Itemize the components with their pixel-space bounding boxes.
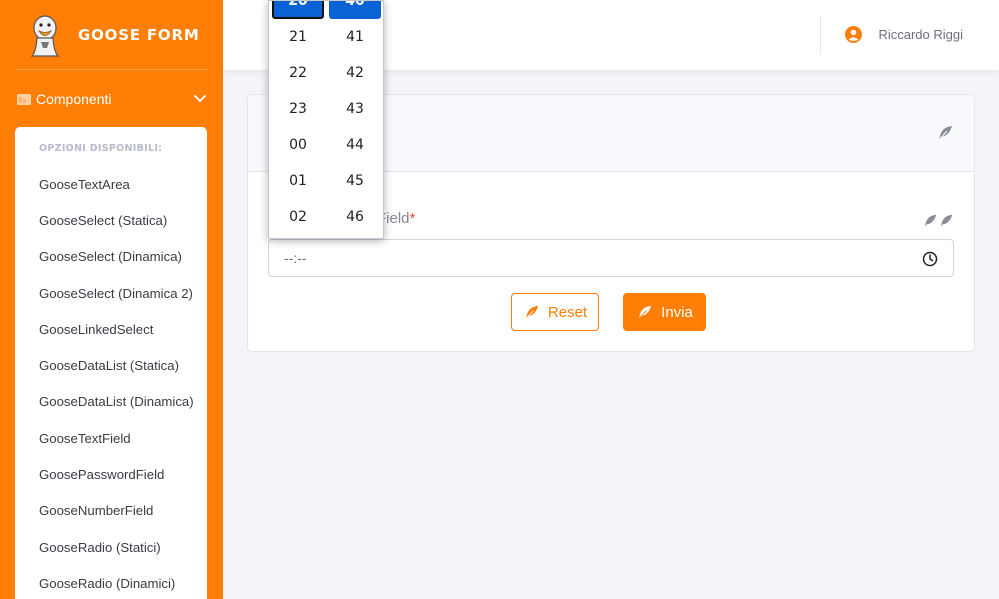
clock-icon[interactable] bbox=[922, 251, 938, 267]
submenu-item[interactable]: GooseNumberField bbox=[15, 493, 207, 529]
submenu-item[interactable]: GooseTextField bbox=[15, 420, 207, 456]
feather-icon bbox=[940, 214, 953, 228]
submenu-header: OPZIONI DISPONIBILI: bbox=[39, 143, 163, 154]
minutes-column: 40 41 42 43 44 45 46 bbox=[329, 1, 381, 235]
nav-componenti-label: Componenti bbox=[36, 91, 112, 107]
submenu-item[interactable]: GooseSelect (Statica) bbox=[15, 202, 207, 238]
field-icons bbox=[922, 213, 954, 229]
minute-option[interactable]: 45 bbox=[329, 163, 381, 199]
minute-option[interactable]: 44 bbox=[329, 127, 381, 163]
minute-option[interactable]: 42 bbox=[329, 55, 381, 91]
time-picker-popup: 20 21 22 23 00 01 02 40 41 42 43 44 45 4… bbox=[268, 0, 384, 239]
chevron-down-icon bbox=[194, 95, 206, 103]
submenu-item[interactable]: GooseDataList (Statica) bbox=[15, 347, 207, 383]
minute-option[interactable]: 40 bbox=[329, 1, 381, 19]
submenu-item[interactable]: GooseSelect (Dinamica) bbox=[15, 239, 207, 275]
submit-label: Invia bbox=[661, 303, 693, 321]
user-name: Riccardo Riggi bbox=[878, 27, 963, 42]
submenu-item[interactable]: GooseLinkedSelect bbox=[15, 311, 207, 347]
brand-name: GOOSE FORM bbox=[78, 25, 200, 44]
brand[interactable]: GOOSE FORM bbox=[16, 0, 207, 70]
submenu-item[interactable]: GooseDataList (Dinamica) bbox=[15, 384, 207, 420]
goose-logo-icon bbox=[30, 14, 60, 57]
hours-column: 20 21 22 23 00 01 02 bbox=[272, 1, 324, 235]
reset-label: Reset bbox=[547, 303, 588, 321]
submenu-item[interactable]: GoosePasswordField bbox=[15, 456, 207, 492]
feather-icon bbox=[924, 214, 937, 228]
nav-componenti[interactable]: Componenti bbox=[0, 70, 223, 128]
required-mark: * bbox=[409, 210, 416, 227]
minute-option[interactable]: 46 bbox=[329, 199, 381, 235]
topbar-divider bbox=[820, 16, 821, 54]
feather-icon bbox=[525, 305, 539, 319]
time-input[interactable]: --:-- bbox=[268, 239, 954, 277]
hour-option[interactable]: 21 bbox=[272, 19, 324, 55]
minute-option[interactable]: 41 bbox=[329, 19, 381, 55]
submenu-item[interactable]: GooseSelect (Dinamica 2) bbox=[15, 275, 207, 311]
feather-icon bbox=[638, 305, 652, 319]
submenu: OPZIONI DISPONIBILI: GooseTextArea Goose… bbox=[15, 127, 207, 599]
hour-option[interactable]: 01 bbox=[272, 163, 324, 199]
sidebar: GOOSE FORM Componenti OPZIONI DISPONIBIL… bbox=[0, 0, 223, 599]
feather-icon bbox=[938, 126, 952, 141]
hour-option[interactable]: 00 bbox=[272, 127, 324, 163]
hour-option[interactable]: 22 bbox=[272, 55, 324, 91]
reset-button[interactable]: Reset bbox=[511, 293, 599, 331]
hour-option[interactable]: 20 bbox=[272, 1, 324, 19]
hour-option[interactable]: 23 bbox=[272, 91, 324, 127]
user-circle-icon bbox=[845, 26, 863, 43]
minute-option[interactable]: 43 bbox=[329, 91, 381, 127]
submenu-item[interactable]: GooseTextArea bbox=[15, 166, 207, 202]
submenu-item[interactable]: GooseRadio (Statici) bbox=[15, 529, 207, 565]
folder-icon bbox=[16, 91, 32, 107]
submit-button[interactable]: Invia bbox=[623, 293, 706, 331]
user-menu[interactable]: Riccardo Riggi bbox=[845, 26, 963, 43]
time-input-value: --:-- bbox=[284, 250, 307, 266]
submenu-item[interactable]: GooseRadio (Dinamici) bbox=[15, 565, 207, 599]
hour-option[interactable]: 02 bbox=[272, 199, 324, 235]
